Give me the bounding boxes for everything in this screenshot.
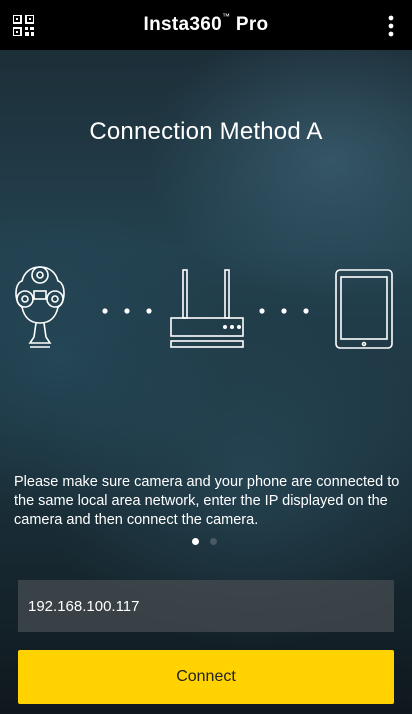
router-icon xyxy=(170,269,244,348)
page-dot-inactive xyxy=(210,538,217,545)
page-title: Connection Method A xyxy=(89,118,323,145)
page-dot-active xyxy=(192,538,199,545)
instruction-text: Please make sure camera and your phone a… xyxy=(14,474,400,528)
qr-code-icon[interactable] xyxy=(13,15,34,36)
top-bar: Insta360™ Pro xyxy=(0,0,412,50)
app-title-name: Insta360 xyxy=(143,14,222,35)
connection-diagram xyxy=(15,266,393,349)
camera-icon xyxy=(15,266,65,348)
tablet-icon xyxy=(335,269,393,349)
app-title-model: Pro xyxy=(235,14,269,35)
connection-dots-right xyxy=(259,308,309,314)
page-indicator xyxy=(192,538,222,548)
trademark-mark: ™ xyxy=(221,12,231,21)
ip-address-input[interactable] xyxy=(18,580,394,632)
connection-dots-left xyxy=(102,308,152,314)
connect-button[interactable]: Connect xyxy=(18,650,394,704)
more-vertical-icon[interactable] xyxy=(388,15,394,37)
app-title: Insta360™ Pro xyxy=(143,12,269,36)
